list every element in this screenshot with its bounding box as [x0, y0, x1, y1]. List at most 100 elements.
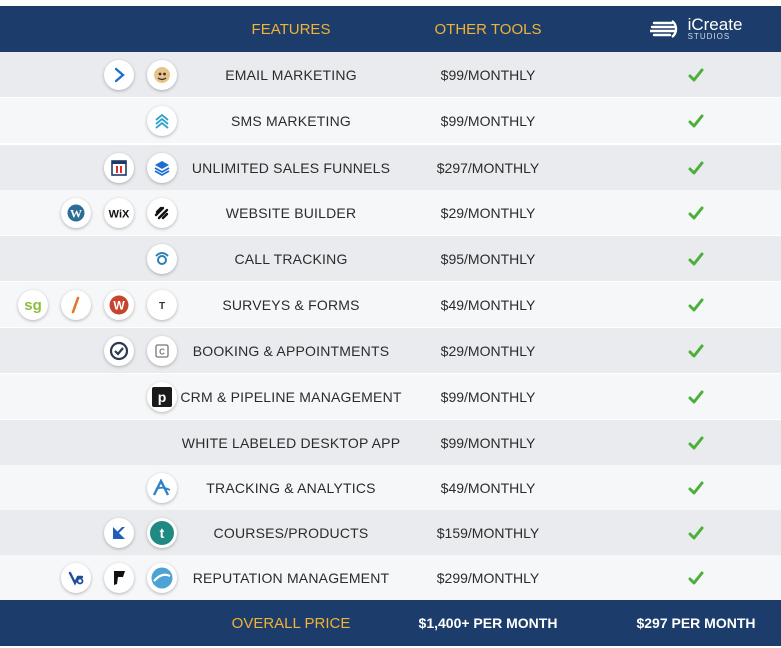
icreate-included: [622, 510, 770, 555]
svg-text:p: p: [158, 389, 167, 405]
checkmark-icon: [688, 114, 704, 127]
tool-icons: [147, 465, 177, 510]
checkmark-icon: [688, 481, 704, 494]
comparison-table: FEATURES OTHER TOOLS iCreate STUDIOS EMA…: [0, 0, 781, 648]
table-row: t COURSES/PRODUCTS $159/MONTHLY: [0, 510, 781, 555]
pipedrive-icon: p: [147, 381, 177, 412]
other-tools-price: $99/MONTHLY: [440, 388, 536, 405]
formstack-icon: [61, 289, 91, 320]
svg-text:WiX: WiX: [109, 208, 130, 220]
other-tools-price: $95/MONTHLY: [440, 250, 536, 267]
tool-icons: WiX W: [61, 190, 177, 235]
table-row: C BOOKING & APPOINTMENTS $29/MONTHLY: [0, 328, 781, 373]
icreate-included: [622, 374, 770, 419]
other-tools-price: $299/MONTHLY: [436, 569, 540, 586]
table-row: UNLIMITED SALES FUNNELS $297/MONTHLY: [0, 145, 781, 190]
icreate-included: [622, 555, 770, 600]
analytics-icon: [147, 472, 177, 503]
other-tools-header: OTHER TOOLS: [434, 20, 542, 38]
feature-label: CRM & PIPELINE MANAGEMENT: [180, 388, 402, 405]
tool-icons: p: [147, 374, 177, 419]
icreate-total: $297 PER MONTH: [636, 615, 756, 631]
checkmark-icon: [688, 161, 704, 174]
feature-label: WEBSITE BUILDER: [225, 204, 357, 221]
checkmark-icon: [688, 252, 704, 265]
icreate-included: [622, 190, 770, 235]
feature-label: SURVEYS & FORMS: [222, 296, 360, 313]
other-tools-price: $99/MONTHLY: [440, 66, 536, 83]
svg-text:W: W: [113, 298, 125, 312]
icreate-included: [622, 420, 770, 465]
tool-icons: [104, 52, 177, 97]
other-tools-price: $29/MONTHLY: [440, 342, 536, 359]
icreate-included: [622, 236, 770, 281]
checkmark-icon: [688, 526, 704, 539]
other-tools-price: $297/MONTHLY: [436, 159, 540, 176]
icreate-included: [622, 465, 770, 510]
stacks-icon: [147, 152, 177, 183]
acuity-icon: [104, 335, 134, 366]
table-row: WiX W WEBSITE BUILDER $29/MONTHLY: [0, 190, 781, 235]
svg-text:sg: sg: [24, 297, 42, 314]
other-tools-price: $99/MONTHLY: [440, 112, 536, 129]
tool-icons: [61, 555, 177, 600]
other-tools-price: $29/MONTHLY: [440, 204, 536, 221]
table-footer: OVERALL PRICE $1,400+ PER MONTH $297 PER…: [0, 600, 781, 646]
table-header: FEATURES OTHER TOOLS iCreate STUDIOS: [0, 6, 781, 52]
feature-label: COURSES/PRODUCTS: [213, 524, 369, 541]
feature-label: SMS MARKETING: [230, 112, 352, 129]
teachable-icon: t: [147, 517, 177, 548]
reputation-icon: [147, 562, 177, 593]
tool-icons: t: [104, 510, 177, 555]
table-row: SMS MARKETING $99/MONTHLY: [0, 98, 781, 143]
checkmark-icon: [688, 436, 704, 449]
tool-icons: [147, 98, 177, 143]
overall-price-label: OVERALL PRICE: [231, 614, 351, 632]
icreate-logo: iCreate STUDIOS: [622, 6, 770, 52]
calendly-icon: C: [147, 335, 177, 366]
svg-text:C: C: [159, 347, 165, 356]
svg-text:t: t: [160, 525, 165, 541]
table-row: REPUTATION MANAGEMENT $299/MONTHLY: [0, 555, 781, 600]
activecampaign-icon: [104, 59, 134, 90]
brand-name: iCreate: [687, 15, 743, 34]
surveygizmo-icon: sg: [18, 289, 48, 320]
other-tools-total: $1,400+ PER MONTH: [418, 615, 558, 631]
table-row: CALL TRACKING $95/MONTHLY: [0, 236, 781, 281]
checkmark-icon: [688, 298, 704, 311]
checkmark-icon: [688, 206, 704, 219]
sms-tool-icon: [147, 105, 177, 136]
wix-icon: WiX: [104, 197, 134, 228]
features-header: FEATURES: [251, 20, 331, 38]
other-tools-price: $159/MONTHLY: [436, 524, 540, 541]
icreate-included: [622, 282, 770, 327]
other-tools-price: $49/MONTHLY: [440, 296, 536, 313]
feature-label: UNLIMITED SALES FUNNELS: [191, 159, 391, 176]
tool-icons: T Wsg: [18, 282, 177, 327]
icreate-included: [622, 328, 770, 373]
icreate-logo-icon: [649, 20, 677, 38]
tool-icons: [104, 145, 177, 190]
checkmark-icon: [688, 68, 704, 81]
feature-label: WHITE LABELED DESKTOP APP: [181, 434, 401, 451]
icreate-included: [622, 145, 770, 190]
mailchimp-icon: [147, 59, 177, 90]
feature-label: EMAIL MARKETING: [225, 66, 357, 83]
table-row: WHITE LABELED DESKTOP APP $99/MONTHLY: [0, 420, 781, 465]
icreate-included: [622, 98, 770, 143]
table-row: EMAIL MARKETING $99/MONTHLY: [0, 52, 781, 97]
wordpress-icon: W: [61, 197, 91, 228]
tool-icons: C: [104, 328, 177, 373]
other-tools-price: $99/MONTHLY: [440, 434, 536, 451]
checkmark-icon: [688, 390, 704, 403]
squarespace-icon: [147, 197, 177, 228]
kajabi-icon: [104, 517, 134, 548]
wufoo-icon: W: [104, 289, 134, 320]
svg-text:W: W: [70, 206, 82, 220]
birdeye-icon: [61, 562, 91, 593]
feature-label: REPUTATION MANAGEMENT: [192, 569, 390, 586]
table-row: p CRM & PIPELINE MANAGEMENT $99/MONTHLY: [0, 374, 781, 419]
other-tools-price: $49/MONTHLY: [440, 479, 536, 496]
checkmark-icon: [688, 571, 704, 584]
feature-label: TRACKING & ANALYTICS: [206, 479, 376, 496]
